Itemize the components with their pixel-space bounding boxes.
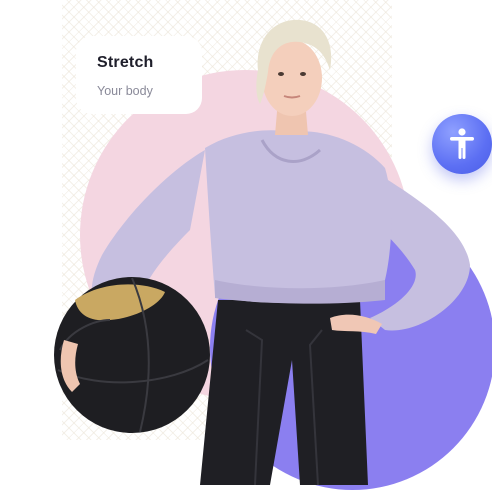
hoodie	[205, 130, 392, 303]
accessibility-icon	[450, 128, 474, 159]
accessibility-button[interactable]	[432, 114, 492, 174]
woman-with-medicine-ball-image	[54, 19, 470, 485]
hero-illustration: Stretch Your body	[0, 0, 492, 490]
